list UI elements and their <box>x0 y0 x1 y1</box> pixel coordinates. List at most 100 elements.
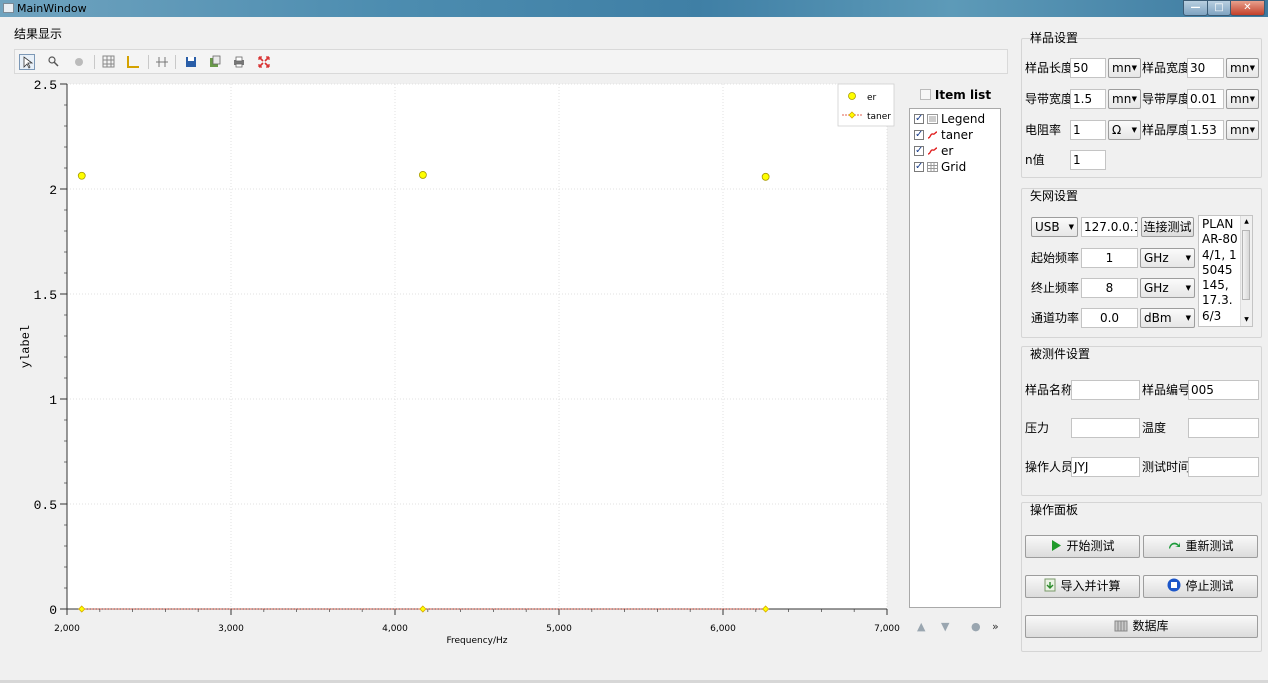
unit-text: dBm <box>1144 311 1172 325</box>
zoom-icon[interactable] <box>46 54 62 70</box>
item-grid[interactable]: Grid <box>914 159 966 175</box>
start-test-button[interactable]: 开始测试 <box>1025 535 1140 558</box>
database-button[interactable]: 数据库 <box>1025 615 1258 638</box>
sample-width-unit[interactable]: mn ▼ <box>1226 58 1259 78</box>
test-time-label: 测试时间 <box>1142 460 1191 474</box>
sample-length-unit[interactable]: mn ▼ <box>1108 58 1141 78</box>
operator-input[interactable]: JYJ <box>1071 457 1140 477</box>
x-tick-label: 7,000 <box>874 624 900 634</box>
sample-thickness-input[interactable]: 1.53 <box>1187 120 1224 140</box>
import-calc-button[interactable]: 导入并计算 <box>1025 575 1140 598</box>
chevron-down-icon: ▼ <box>1185 314 1191 322</box>
stop-test-button[interactable]: 停止测试 <box>1143 575 1258 598</box>
start-freq-input[interactable]: 1 <box>1081 248 1138 268</box>
legend-label-taner: taner <box>867 112 891 122</box>
sample-name-input[interactable] <box>1071 380 1140 400</box>
chevron-down-icon: ▼ <box>1131 95 1137 103</box>
circle-icon[interactable]: ● <box>971 620 981 633</box>
item-label: er <box>941 144 954 158</box>
y-tick-label: 1 <box>49 393 57 408</box>
copy-icon[interactable] <box>207 54 223 70</box>
cursor-icon[interactable] <box>154 54 170 70</box>
scroll-down-icon[interactable]: ▼ <box>1241 314 1252 326</box>
item-er[interactable]: er <box>914 143 954 159</box>
chevron-down-icon: ▼ <box>1249 64 1255 72</box>
resistivity-input[interactable]: 1 <box>1070 120 1106 140</box>
unit-text: mn <box>1230 61 1250 75</box>
sample-width-label: 样品宽度 <box>1142 61 1191 75</box>
plot-area <box>67 84 887 609</box>
strip-thickness-unit[interactable]: mn ▼ <box>1226 89 1259 109</box>
chart[interactable]: 2,000 3,000 4,000 5,000 6,000 7,000 0 0.5 1 1.5 2 2… <box>14 78 906 650</box>
app-icon <box>3 3 14 13</box>
data-point-er <box>761 172 770 181</box>
checkbox[interactable] <box>914 143 924 158</box>
interface-select[interactable]: USB ▼ <box>1031 217 1078 237</box>
title-bar[interactable]: MainWindow — □ ✕ <box>0 0 1268 17</box>
dut-settings-title: 被测件设置 <box>1030 347 1091 361</box>
curve-icon <box>927 145 938 155</box>
strip-thickness-input[interactable]: 0.01 <box>1187 89 1224 109</box>
ops-panel-title: 操作面板 <box>1030 503 1079 517</box>
n-value-input[interactable]: 1 <box>1070 150 1106 170</box>
legend-marker-er <box>848 92 856 100</box>
checkbox[interactable] <box>914 159 924 174</box>
power-input[interactable]: 0.0 <box>1081 308 1138 328</box>
item-list[interactable]: Legend taner er Grid <box>909 108 1001 608</box>
pan-icon[interactable] <box>71 54 87 70</box>
x-tick-label: 2,000 <box>54 624 80 634</box>
item-label: taner <box>941 128 973 142</box>
stop-freq-input[interactable]: 8 <box>1081 278 1138 298</box>
item-label: Legend <box>941 112 986 126</box>
axis-icon[interactable] <box>125 54 141 70</box>
connect-test-button[interactable]: 连接测试 <box>1141 217 1194 237</box>
chevron-down-icon: ▼ <box>1068 223 1074 231</box>
stop-freq-unit[interactable]: GHz ▼ <box>1140 278 1195 298</box>
sample-name-label: 样品名称 <box>1025 383 1074 397</box>
strip-width-input[interactable]: 1.5 <box>1070 89 1106 109</box>
sample-width-input[interactable]: 30 <box>1187 58 1224 78</box>
ip-address-input[interactable]: 127.0.0.1 <box>1081 217 1138 237</box>
checkbox[interactable] <box>914 127 924 142</box>
grid-icon[interactable] <box>101 54 117 70</box>
device-info-box[interactable]: PLANAR-804/1, 15045145, 17.3.6/3 ▲ ▼ <box>1198 215 1253 327</box>
legend-label-er: er <box>867 93 877 103</box>
item-legend[interactable]: Legend <box>914 111 986 127</box>
scrollbar[interactable]: ▲ ▼ <box>1240 216 1252 326</box>
start-freq-unit[interactable]: GHz ▼ <box>1140 248 1195 268</box>
down-icon[interactable]: ▼ <box>941 620 949 633</box>
save-icon[interactable] <box>183 54 199 70</box>
unit-text: mn <box>1112 92 1132 106</box>
resistivity-label: 电阻率 <box>1025 123 1062 137</box>
retest-button[interactable]: 重新测试 <box>1143 535 1258 558</box>
sample-length-label: 样品长度 <box>1025 61 1074 75</box>
chevron-down-icon: ▼ <box>1131 126 1137 134</box>
checkbox[interactable] <box>914 111 924 126</box>
chevron-down-icon: ▼ <box>1185 254 1191 262</box>
pressure-input[interactable] <box>1071 418 1140 438</box>
strip-width-label: 导带宽度 <box>1025 92 1074 106</box>
interface-text: USB <box>1035 220 1060 234</box>
pointer-icon[interactable] <box>19 54 35 70</box>
print-icon[interactable] <box>231 54 247 70</box>
more-icon[interactable]: » <box>992 620 999 633</box>
fit-icon[interactable] <box>256 54 272 70</box>
close-button[interactable]: ✕ <box>1230 0 1265 16</box>
minimize-button[interactable]: — <box>1183 0 1208 16</box>
sample-thickness-unit[interactable]: mn ▼ <box>1226 120 1259 140</box>
up-icon[interactable]: ▲ <box>917 620 925 633</box>
start-freq-label: 起始频率 <box>1031 251 1080 265</box>
maximize-button[interactable]: □ <box>1207 0 1231 16</box>
chart-svg: 2,000 3,000 4,000 5,000 6,000 7,000 0 0.5 1 1.5 2 2… <box>19 78 900 646</box>
resistivity-unit[interactable]: Ω ▼ <box>1108 120 1141 140</box>
scrollbar-thumb[interactable] <box>1242 230 1250 300</box>
item-taner[interactable]: taner <box>914 127 973 143</box>
scroll-up-icon[interactable]: ▲ <box>1241 216 1252 228</box>
button-label: 数据库 <box>1132 619 1169 633</box>
test-time-input[interactable] <box>1188 457 1259 477</box>
strip-width-unit[interactable]: mn ▼ <box>1108 89 1141 109</box>
sample-length-input[interactable]: 50 <box>1070 58 1106 78</box>
power-unit[interactable]: dBm ▼ <box>1140 308 1195 328</box>
sample-id-input[interactable]: 005 <box>1188 380 1259 400</box>
temperature-input[interactable] <box>1188 418 1259 438</box>
